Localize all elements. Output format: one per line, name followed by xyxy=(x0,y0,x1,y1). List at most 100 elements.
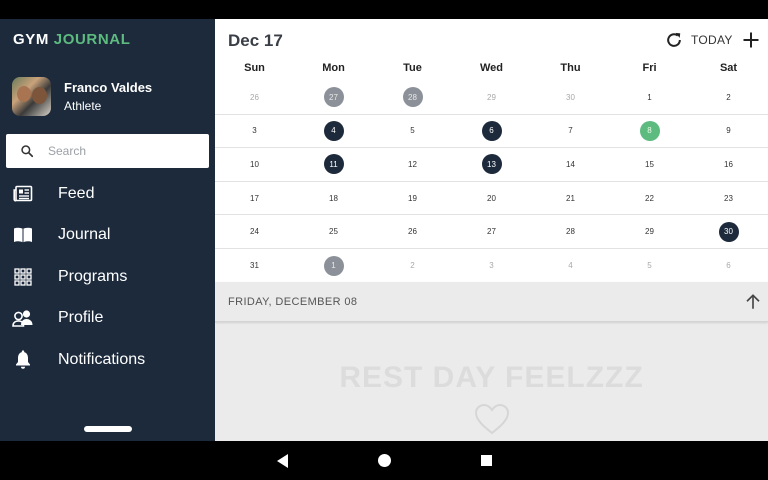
calendar-day[interactable]: 15 xyxy=(610,148,689,181)
back-button[interactable] xyxy=(262,441,302,480)
day-number: 1 xyxy=(323,255,344,276)
sidebar-menu: Feed Journal Programs Profile Notificati… xyxy=(0,173,215,381)
sidebar-item-feed[interactable]: Feed xyxy=(0,173,215,215)
today-button[interactable]: TODAY xyxy=(691,33,733,47)
day-number: 30 xyxy=(566,92,575,102)
calendar-day[interactable]: 24 xyxy=(215,215,294,248)
calendar-week-row: 31 1 2 3 4 5 6 xyxy=(215,249,768,283)
user-profile-summary[interactable]: Franco Valdes Athlete xyxy=(12,76,152,116)
calendar-day[interactable]: 30 xyxy=(531,81,610,114)
avatar[interactable] xyxy=(12,76,51,116)
calendar-day[interactable]: 4 xyxy=(294,115,373,148)
calendar-day[interactable]: 4 xyxy=(531,249,610,283)
sidebar-item-label: Profile xyxy=(58,309,104,327)
calendar-day[interactable]: 26 xyxy=(373,215,452,248)
day-number: 29 xyxy=(645,227,654,237)
calendar-day[interactable]: 29 xyxy=(610,215,689,248)
calendar-day[interactable]: 30 xyxy=(689,215,768,248)
drawer-handle[interactable] xyxy=(84,426,132,432)
calendar-day[interactable]: 7 xyxy=(531,115,610,148)
calendar-day[interactable]: 12 xyxy=(373,148,452,181)
sidebar: GYM JOURNAL Franco Valdes Athlete Search… xyxy=(0,19,215,441)
refresh-icon[interactable] xyxy=(664,30,684,50)
day-number: 27 xyxy=(323,87,344,108)
calendar-day[interactable]: 13 xyxy=(452,148,531,181)
day-number: 8 xyxy=(639,120,660,141)
day-number: 29 xyxy=(487,92,496,102)
calendar-day[interactable]: 16 xyxy=(689,148,768,181)
sidebar-item-label: Feed xyxy=(58,184,95,202)
heart-icon[interactable] xyxy=(474,403,510,435)
calendar-day[interactable]: 1 xyxy=(610,81,689,114)
selected-date-label: FRIDAY, DECEMBER 08 xyxy=(228,296,358,308)
calendar-day[interactable]: 8 xyxy=(610,115,689,148)
weekday-label: Thu xyxy=(560,62,581,74)
calendar-week-row: 10 11 12 13 14 15 16 xyxy=(215,148,768,182)
brand-word-journal: JOURNAL xyxy=(53,31,131,48)
calendar-day[interactable]: 26 xyxy=(215,81,294,114)
user-name: Franco Valdes xyxy=(64,79,153,95)
day-number: 7 xyxy=(568,126,573,136)
calendar-day[interactable]: 3 xyxy=(452,249,531,283)
calendar-day[interactable]: 22 xyxy=(610,182,689,215)
calendar-day[interactable]: 5 xyxy=(373,115,452,148)
add-icon[interactable] xyxy=(741,30,761,50)
status-bar xyxy=(0,0,768,19)
day-number: 9 xyxy=(726,126,731,136)
grid-icon xyxy=(12,266,34,288)
calendar-day[interactable]: 28 xyxy=(373,81,452,114)
app-logo: GYM JOURNAL xyxy=(13,31,130,48)
day-number: 20 xyxy=(487,193,496,203)
calendar-day[interactable]: 6 xyxy=(689,249,768,283)
day-number: 19 xyxy=(408,193,417,203)
day-number: 4 xyxy=(323,120,344,141)
home-button[interactable] xyxy=(364,441,404,480)
day-number: 1 xyxy=(647,92,652,102)
calendar-day[interactable]: 2 xyxy=(689,81,768,114)
calendar-day[interactable]: 14 xyxy=(531,148,610,181)
calendar-day[interactable]: 17 xyxy=(215,182,294,215)
calendar-day[interactable]: 9 xyxy=(689,115,768,148)
day-number: 23 xyxy=(724,193,733,203)
day-number: 25 xyxy=(329,227,338,237)
calendar-day[interactable]: 27 xyxy=(452,215,531,248)
calendar-day[interactable]: 25 xyxy=(294,215,373,248)
day-number: 2 xyxy=(410,261,415,271)
calendar-day[interactable]: 19 xyxy=(373,182,452,215)
search-box[interactable] xyxy=(6,134,209,168)
sidebar-item-journal[interactable]: Journal xyxy=(0,215,215,257)
calendar-day[interactable]: 21 xyxy=(531,182,610,215)
newspaper-icon xyxy=(12,183,34,205)
sidebar-item-profile[interactable]: Profile xyxy=(0,298,215,340)
weekday-label: Sat xyxy=(719,62,738,74)
calendar-day[interactable]: 28 xyxy=(531,215,610,248)
calendar-day[interactable]: 31 xyxy=(215,249,294,283)
calendar-day[interactable]: 27 xyxy=(294,81,373,114)
calendar-day[interactable]: 29 xyxy=(452,81,531,114)
calendar-day[interactable]: 3 xyxy=(215,115,294,148)
calendar-day[interactable]: 18 xyxy=(294,182,373,215)
day-number: 31 xyxy=(250,261,259,271)
sidebar-item-programs[interactable]: Programs xyxy=(0,256,215,298)
calendar-week-row: 24 25 26 27 28 29 30 xyxy=(215,215,768,249)
weekday-label: Wed xyxy=(479,62,504,74)
day-number: 14 xyxy=(566,159,575,169)
search-input[interactable] xyxy=(48,144,188,158)
calendar-day[interactable]: 1 xyxy=(294,249,373,283)
day-number: 13 xyxy=(481,154,502,175)
day-number: 24 xyxy=(250,227,259,237)
recents-button[interactable] xyxy=(466,441,506,480)
weekday-label: Sun xyxy=(244,62,265,74)
day-number: 18 xyxy=(329,193,338,203)
arrow-up-icon[interactable] xyxy=(744,293,762,311)
calendar-day[interactable]: 10 xyxy=(215,148,294,181)
sidebar-item-notifications[interactable]: Notifications xyxy=(0,339,215,381)
calendar-day[interactable]: 20 xyxy=(452,182,531,215)
calendar-day[interactable]: 11 xyxy=(294,148,373,181)
calendar-day[interactable]: 23 xyxy=(689,182,768,215)
calendar-day[interactable]: 5 xyxy=(610,249,689,283)
calendar-day[interactable]: 2 xyxy=(373,249,452,283)
calendar-day[interactable]: 6 xyxy=(452,115,531,148)
system-nav-bar xyxy=(0,441,768,480)
day-number: 28 xyxy=(566,227,575,237)
